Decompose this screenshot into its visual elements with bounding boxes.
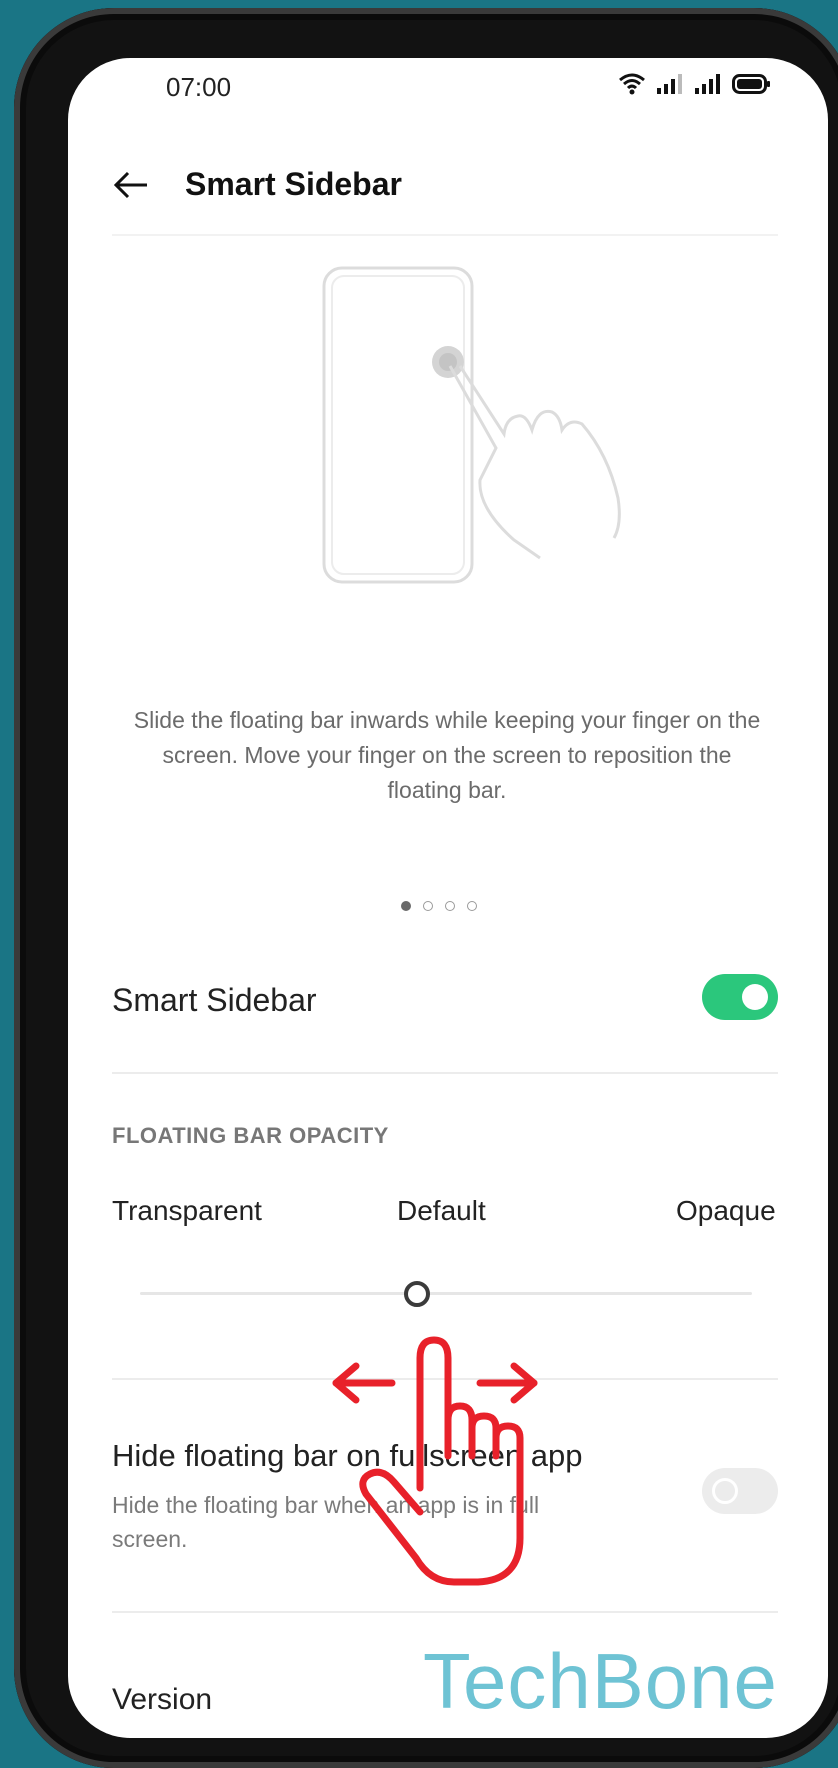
- status-icons: [618, 71, 772, 100]
- hide-fullscreen-title: Hide floating bar on fullscreen app: [112, 1438, 583, 1473]
- toggle-knob: [712, 1478, 738, 1504]
- tutorial-description: Slide the floating bar inwards while kee…: [133, 707, 761, 803]
- header-divider: [112, 234, 778, 236]
- version-label[interactable]: Version: [112, 1683, 212, 1717]
- divider: [112, 1611, 778, 1613]
- phone-frame: 07:00 Smart Sidebar Slide the floating b…: [14, 8, 838, 1768]
- smart-sidebar-toggle[interactable]: [702, 974, 778, 1020]
- signal-icon: [656, 73, 684, 100]
- status-time: 07:00: [166, 72, 232, 102]
- phone-screen: 07:00 Smart Sidebar Slide the floating b…: [68, 58, 828, 1738]
- arrow-left-icon: [113, 171, 149, 204]
- slider-label-opaque: Opaque: [676, 1195, 776, 1226]
- pager-dot[interactable]: [445, 901, 455, 911]
- opacity-slider-track[interactable]: [140, 1292, 752, 1295]
- slider-label-default: Default: [397, 1195, 486, 1226]
- tutorial-illustration: [318, 258, 658, 638]
- smart-sidebar-label: Smart Sidebar: [112, 982, 317, 1018]
- hide-fullscreen-toggle[interactable]: [702, 1468, 778, 1514]
- status-bar: 07:00: [68, 58, 828, 118]
- hide-fullscreen-subtitle: Hide the floating bar when an app is in …: [112, 1492, 540, 1552]
- divider: [112, 1072, 778, 1074]
- divider: [112, 1378, 778, 1380]
- slider-label-transparent: Transparent: [112, 1195, 262, 1226]
- battery-icon: [732, 73, 772, 100]
- back-button[interactable]: [106, 162, 156, 212]
- pager-dot-active[interactable]: [401, 901, 411, 911]
- opacity-section-header: FLOATING BAR OPACITY: [112, 1123, 389, 1148]
- pager-dot[interactable]: [467, 901, 477, 911]
- wifi-icon: [618, 71, 646, 100]
- page-title: Smart Sidebar: [185, 166, 402, 202]
- opacity-slider-thumb[interactable]: [404, 1281, 430, 1307]
- pager-dot[interactable]: [423, 901, 433, 911]
- tutorial-pager: [401, 901, 477, 911]
- toggle-knob: [742, 984, 768, 1010]
- signal-icon: [694, 73, 722, 100]
- techbone-watermark: TechBone: [423, 1637, 778, 1725]
